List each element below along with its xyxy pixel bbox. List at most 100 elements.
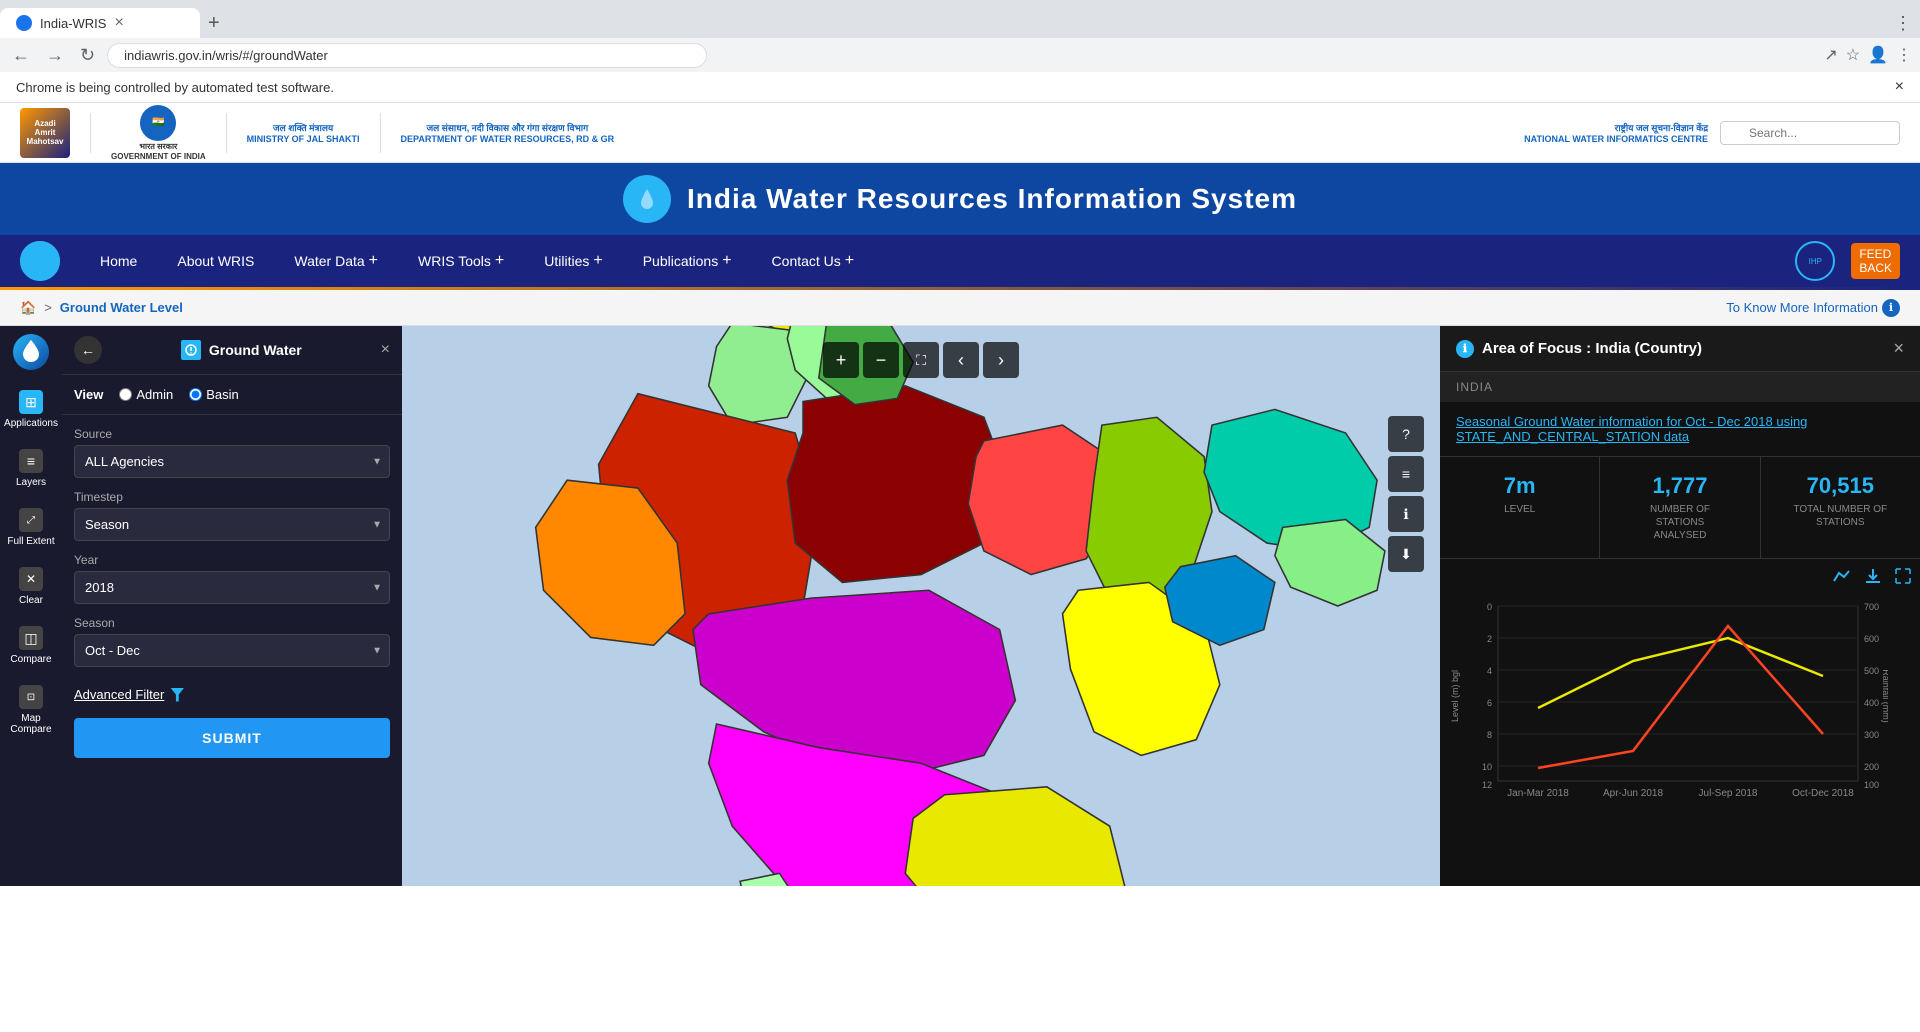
- site-nav: NWIC Home About WRIS Water Data+ WRIS To…: [0, 235, 1920, 287]
- seasonal-info-link[interactable]: Seasonal Ground Water information for Oc…: [1440, 402, 1920, 457]
- svg-text:Oct-Dec 2018: Oct-Dec 2018: [1792, 788, 1854, 799]
- map-compare-icon: ⊡: [19, 685, 43, 709]
- india-map-svg: [402, 326, 1440, 886]
- source-select[interactable]: ALL Agencies CGWB State agencies: [74, 445, 390, 478]
- new-tab-button[interactable]: +: [208, 12, 220, 35]
- bookmark-icon[interactable]: ☆: [1846, 45, 1860, 65]
- feedback-button[interactable]: FEEDBACK: [1851, 243, 1900, 279]
- sidebar-item-map-compare[interactable]: ⊡ Map Compare: [0, 677, 62, 743]
- prev-button[interactable]: ‹: [943, 342, 979, 378]
- total-stations-label: TOTAL NUMBER OFSTATIONS: [1777, 503, 1904, 529]
- address-bar[interactable]: [107, 43, 707, 68]
- nav-about[interactable]: About WRIS: [157, 235, 274, 287]
- menu-icon[interactable]: ⋮: [1896, 45, 1912, 65]
- close-tab-button[interactable]: ×: [114, 14, 123, 32]
- to-know-more-link[interactable]: To Know More Information ℹ: [1726, 299, 1900, 317]
- svg-text:8: 8: [1487, 730, 1492, 740]
- year-select[interactable]: 2018 2017 2016: [74, 571, 390, 604]
- stations-analysed-label: NUMBER OFSTATIONSANALYSED: [1616, 503, 1743, 542]
- stats-row: 7m LEVEL 1,777 NUMBER OFSTATIONSANALYSED…: [1440, 457, 1920, 559]
- basin-radio-input[interactable]: [189, 388, 202, 401]
- dept-water-logo: जल संसाधन, नदी विकास और गंगा संरक्षण विभ…: [401, 121, 615, 144]
- sidebar-item-compare[interactable]: ◫ Compare: [0, 618, 62, 673]
- svg-text:200: 200: [1864, 762, 1879, 772]
- sidebar-item-applications[interactable]: ⊞ Applications: [0, 382, 62, 437]
- filter-funnel-icon: [170, 688, 184, 702]
- info-icon: ℹ: [1456, 340, 1474, 358]
- svg-text:100: 100: [1864, 780, 1879, 790]
- total-stations-value: 70,515: [1777, 473, 1904, 499]
- close-banner-button[interactable]: ×: [1895, 78, 1904, 96]
- basin-radio[interactable]: Basin: [189, 387, 239, 402]
- sidebar-item-clear[interactable]: ✕ Clear: [0, 559, 62, 614]
- breadcrumb-bar: 🏠 > Ground Water Level To Know More Info…: [0, 290, 1920, 326]
- admin-radio-input[interactable]: [119, 388, 132, 401]
- reload-button[interactable]: ↻: [76, 41, 99, 70]
- chart-expand-button[interactable]: [1894, 567, 1912, 588]
- share-icon[interactable]: ↗: [1824, 45, 1837, 65]
- nav-water-data[interactable]: Water Data+: [274, 235, 398, 287]
- timestep-form-group: Timestep Season Monthly Annual: [74, 490, 390, 541]
- year-form-group: Year 2018 2017 2016: [74, 553, 390, 604]
- stations-analysed-stat-box: 1,777 NUMBER OFSTATIONSANALYSED: [1600, 457, 1760, 558]
- filter-view-section: View Admin Basin: [62, 375, 402, 414]
- level-value: 7m: [1456, 473, 1583, 499]
- back-button[interactable]: ←: [8, 41, 34, 70]
- download-button[interactable]: ⬇: [1388, 536, 1424, 572]
- site-search-input[interactable]: [1720, 121, 1900, 145]
- browser-toolbar: ← → ↻ ↗ ☆ 👤 ⋮: [0, 38, 1920, 72]
- source-form-group: Source ALL Agencies CGWB State agencies: [74, 427, 390, 478]
- gov-india-circle: 🇮🇳: [140, 105, 176, 141]
- season-select[interactable]: Oct - Dec Jan - Mar Apr - Jun Jul - Sep: [74, 634, 390, 667]
- timestep-label: Timestep: [74, 490, 390, 504]
- layers-button[interactable]: ≡: [1388, 456, 1424, 492]
- browser-tab[interactable]: India-WRIS ×: [0, 8, 200, 38]
- svg-text:0: 0: [1487, 602, 1492, 612]
- filter-title: Ground Water: [181, 340, 302, 360]
- admin-radio[interactable]: Admin: [119, 387, 173, 402]
- breadcrumb-separator: >: [44, 300, 52, 315]
- jal-shakti-logo: जल शक्ति मंत्रालयMINISTRY OF JAL SHAKTI: [247, 121, 360, 144]
- site-title-bar: India Water Resources Information System: [0, 163, 1920, 235]
- nav-utilities[interactable]: Utilities+: [524, 235, 622, 287]
- timestep-select[interactable]: Season Monthly Annual: [74, 508, 390, 541]
- tab-title: India-WRIS: [40, 16, 106, 31]
- back-button[interactable]: ←: [74, 336, 102, 364]
- info-button[interactable]: ℹ: [1388, 496, 1424, 532]
- focus-label: INDIA: [1440, 372, 1920, 402]
- site-logo: [623, 175, 671, 223]
- info-panel: ℹ Area of Focus : India (Country) × INDI…: [1440, 326, 1920, 886]
- sidebar-item-layers[interactable]: ≡ Layers: [0, 441, 62, 496]
- nav-contact[interactable]: Contact Us+: [752, 235, 875, 287]
- breadcrumb: 🏠 > Ground Water Level: [20, 300, 183, 316]
- sidebar-item-full-extent[interactable]: ⤢ Full Extent: [0, 500, 62, 555]
- nav-wris-tools[interactable]: WRIS Tools+: [398, 235, 524, 287]
- svg-text:10: 10: [1482, 762, 1492, 772]
- level-label: LEVEL: [1456, 503, 1583, 516]
- zoom-in-button[interactable]: +: [823, 342, 859, 378]
- submit-button[interactable]: SUBMIT: [74, 718, 390, 758]
- profile-icon[interactable]: 👤: [1868, 45, 1888, 65]
- chart-area: Jan-Mar 2018 Apr-Jun 2018 Jul-Sep 2018 O…: [1440, 559, 1920, 886]
- map-right-controls: ? ≡ ℹ ⬇: [1388, 416, 1424, 572]
- next-button[interactable]: ›: [983, 342, 1019, 378]
- home-icon[interactable]: 🏠: [20, 300, 36, 316]
- advanced-filter-link[interactable]: Advanced Filter: [74, 679, 390, 710]
- filter-close-button[interactable]: ×: [381, 341, 390, 359]
- chart-download-button[interactable]: [1864, 567, 1882, 588]
- forward-button[interactable]: →: [42, 41, 68, 70]
- close-info-panel-button[interactable]: ×: [1893, 338, 1904, 359]
- tab-favicon: [16, 15, 32, 31]
- nav-publications[interactable]: Publications+: [623, 235, 752, 287]
- svg-text:Jul-Sep 2018: Jul-Sep 2018: [1699, 788, 1758, 799]
- total-stations-stat-box: 70,515 TOTAL NUMBER OFSTATIONS: [1761, 457, 1920, 558]
- fullscreen-button[interactable]: ⛶: [903, 342, 939, 378]
- nav-home[interactable]: Home: [80, 235, 157, 287]
- level-stat-box: 7m LEVEL: [1440, 457, 1600, 558]
- help-button[interactable]: ?: [1388, 416, 1424, 452]
- tab-list-button[interactable]: ⋮: [1886, 13, 1920, 34]
- full-extent-label: Full Extent: [7, 536, 54, 547]
- zoom-out-button[interactable]: −: [863, 342, 899, 378]
- chart-line-button[interactable]: [1832, 567, 1852, 588]
- season-form-group: Season Oct - Dec Jan - Mar Apr - Jun Jul…: [74, 616, 390, 667]
